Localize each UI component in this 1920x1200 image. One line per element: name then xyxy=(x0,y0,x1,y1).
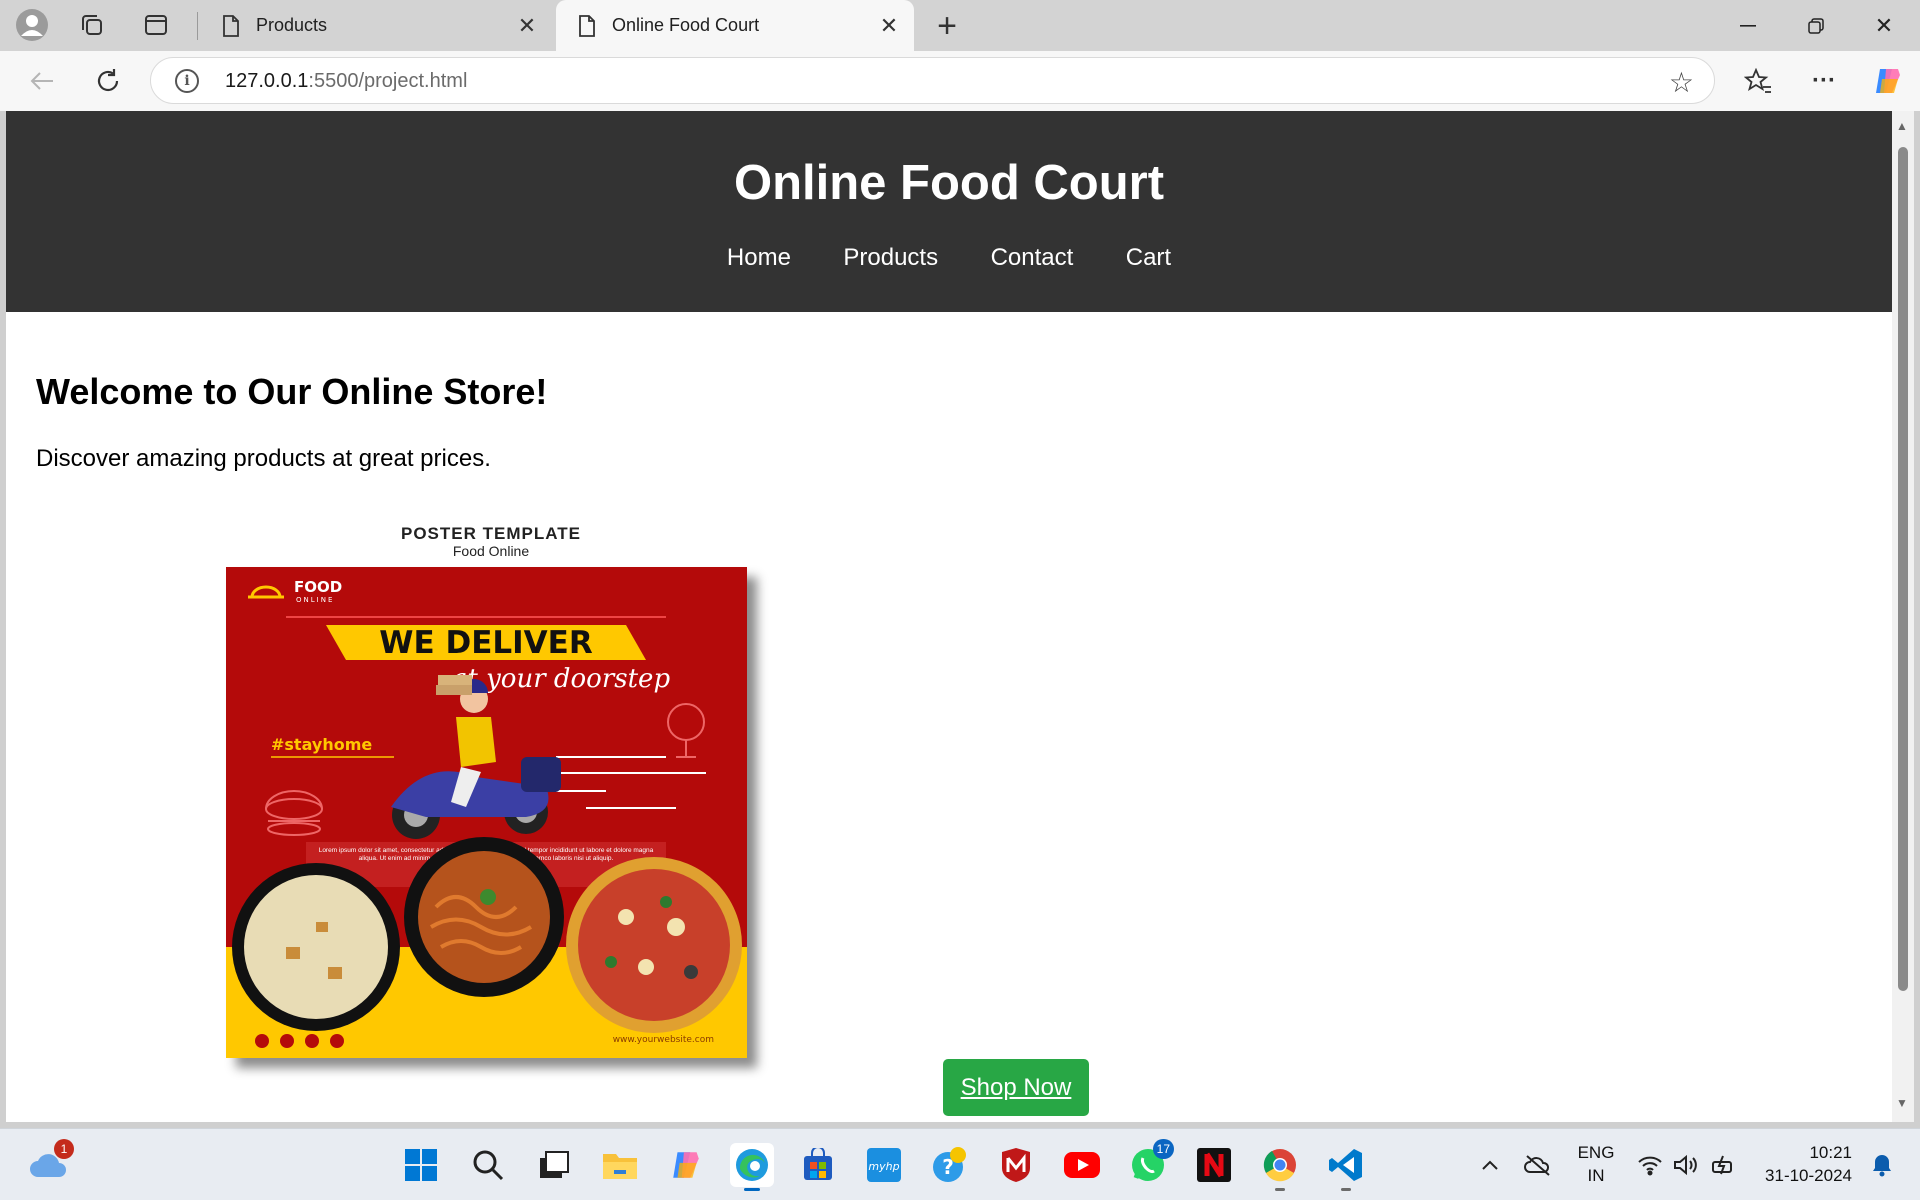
url-text[interactable]: 127.0.0.1:5500/project.html xyxy=(225,70,467,93)
whatsapp-badge: 17 xyxy=(1152,1139,1174,1159)
refresh-button[interactable] xyxy=(88,61,128,101)
tab-actions-icon[interactable] xyxy=(136,6,176,44)
nav-contact-link[interactable]: Contact xyxy=(991,244,1074,271)
windows-taskbar: 1 myhp ? 17 ENG IN 10:21 31-10-2024 xyxy=(0,1128,1920,1200)
start-button[interactable] xyxy=(399,1143,443,1187)
browser-toolbar: i 127.0.0.1:5500/project.html ☆ ··· xyxy=(0,51,1920,111)
task-view-icon[interactable] xyxy=(532,1143,576,1187)
poster-website: www.yourwebsite.com xyxy=(613,1035,714,1045)
mcafee-icon[interactable] xyxy=(994,1143,1038,1187)
tagline-text: Discover amazing products at great price… xyxy=(36,445,491,472)
tab-products[interactable]: Products ✕ xyxy=(200,0,552,51)
nav-products-link[interactable]: Products xyxy=(843,244,938,271)
running-indicator xyxy=(744,1188,760,1191)
clock-date: 31-10-2024 xyxy=(1765,1166,1852,1185)
welcome-heading: Welcome to Our Online Store! xyxy=(36,371,548,412)
nav-home-link[interactable]: Home xyxy=(727,244,791,271)
vscode-icon[interactable] xyxy=(1324,1143,1368,1191)
poster-hashtag: #stayhome xyxy=(271,735,372,754)
poster-headline: WE DELIVER xyxy=(379,625,593,661)
close-window-button[interactable]: ✕ xyxy=(1850,0,1918,51)
minimize-button[interactable] xyxy=(1714,0,1782,51)
weather-widget-icon[interactable]: 1 xyxy=(26,1139,74,1187)
poster-brand-food: FOOD xyxy=(294,578,342,596)
chrome-icon[interactable] xyxy=(1258,1143,1302,1191)
poster-artwork: FOOD ONLINE WE DELIVER at your doorstep … xyxy=(226,567,747,1058)
tab-online-food-court[interactable]: Online Food Court ✕ xyxy=(556,0,914,51)
site-title: Online Food Court xyxy=(733,156,1165,210)
battery-charging-icon[interactable] xyxy=(1702,1143,1746,1187)
more-options-icon[interactable]: ··· xyxy=(1804,61,1844,101)
page-scrollbar[interactable]: ▲ ▼ xyxy=(1892,111,1914,1122)
favorite-star-icon[interactable]: ☆ xyxy=(1669,66,1694,99)
edge-browser-icon[interactable] xyxy=(730,1143,774,1191)
scroll-down-arrow-icon[interactable]: ▼ xyxy=(1896,1096,1908,1110)
favorites-icon[interactable] xyxy=(1738,61,1778,101)
close-tab-icon[interactable]: ✕ xyxy=(876,13,902,39)
youtube-icon[interactable] xyxy=(1060,1143,1104,1187)
scroll-thumb[interactable] xyxy=(1898,147,1908,991)
svg-text:?: ? xyxy=(942,1155,954,1179)
search-icon[interactable] xyxy=(466,1143,510,1187)
file-explorer-icon[interactable] xyxy=(598,1143,642,1187)
clock[interactable]: 10:21 31-10-2024 xyxy=(1752,1143,1852,1186)
site-header: Online Food Court Home Products Contact … xyxy=(6,111,1892,312)
page-icon xyxy=(576,14,598,37)
netflix-icon[interactable] xyxy=(1192,1143,1236,1187)
food-delivery-poster: FOOD ONLINE WE DELIVER at your doorstep … xyxy=(226,567,747,1058)
copilot-taskbar-icon[interactable] xyxy=(664,1143,708,1187)
new-tab-button[interactable]: + xyxy=(928,7,966,45)
back-button[interactable] xyxy=(22,61,62,101)
microsoft-store-icon[interactable] xyxy=(796,1143,840,1187)
poster-brand-online: ONLINE xyxy=(296,596,334,604)
tab-separator xyxy=(197,12,198,40)
site-nav: Home Products Contact Cart xyxy=(6,244,1892,272)
input-language[interactable]: ENG IN xyxy=(1572,1143,1620,1186)
show-hidden-icons-chevron-icon[interactable] xyxy=(1468,1143,1512,1187)
copilot-icon[interactable] xyxy=(1868,61,1908,101)
page-viewport: Online Food Court Home Products Contact … xyxy=(6,111,1892,1122)
close-tab-icon[interactable]: ✕ xyxy=(514,13,540,39)
whatsapp-icon[interactable]: 17 xyxy=(1126,1139,1174,1187)
notifications-bell-icon[interactable] xyxy=(1860,1143,1904,1187)
clock-time: 10:21 xyxy=(1809,1143,1852,1162)
help-app-icon[interactable]: ? xyxy=(928,1143,972,1187)
tab-title: Online Food Court xyxy=(612,15,760,35)
running-indicator xyxy=(1275,1188,1285,1191)
restore-button[interactable] xyxy=(1782,0,1850,51)
svg-text:myhp: myhp xyxy=(868,1160,899,1173)
language-code: ENG xyxy=(1577,1143,1615,1162)
weather-badge: 1 xyxy=(54,1139,74,1159)
site-info-icon[interactable]: i xyxy=(175,69,199,93)
tab-title: Products xyxy=(256,15,328,35)
shop-now-button[interactable]: Shop Now xyxy=(943,1059,1089,1116)
running-indicator xyxy=(1341,1188,1351,1191)
workspaces-icon[interactable] xyxy=(72,6,112,44)
onedrive-offline-icon[interactable] xyxy=(1516,1143,1560,1187)
profile-icon[interactable] xyxy=(12,6,52,44)
tab-strip: Products ✕ Online Food Court ✕ + ✕ xyxy=(0,0,1920,51)
nav-cart-link[interactable]: Cart xyxy=(1126,244,1171,271)
poster-caption-subtitle: Food Online xyxy=(452,543,530,559)
address-bar[interactable]: i 127.0.0.1:5500/project.html ☆ xyxy=(150,57,1715,104)
page-icon xyxy=(220,14,242,37)
scroll-up-arrow-icon[interactable]: ▲ xyxy=(1896,119,1908,133)
region-code: IN xyxy=(1587,1166,1605,1185)
myhp-icon[interactable]: myhp xyxy=(862,1143,906,1187)
poster-caption-title: POSTER TEMPLATE xyxy=(401,524,581,543)
